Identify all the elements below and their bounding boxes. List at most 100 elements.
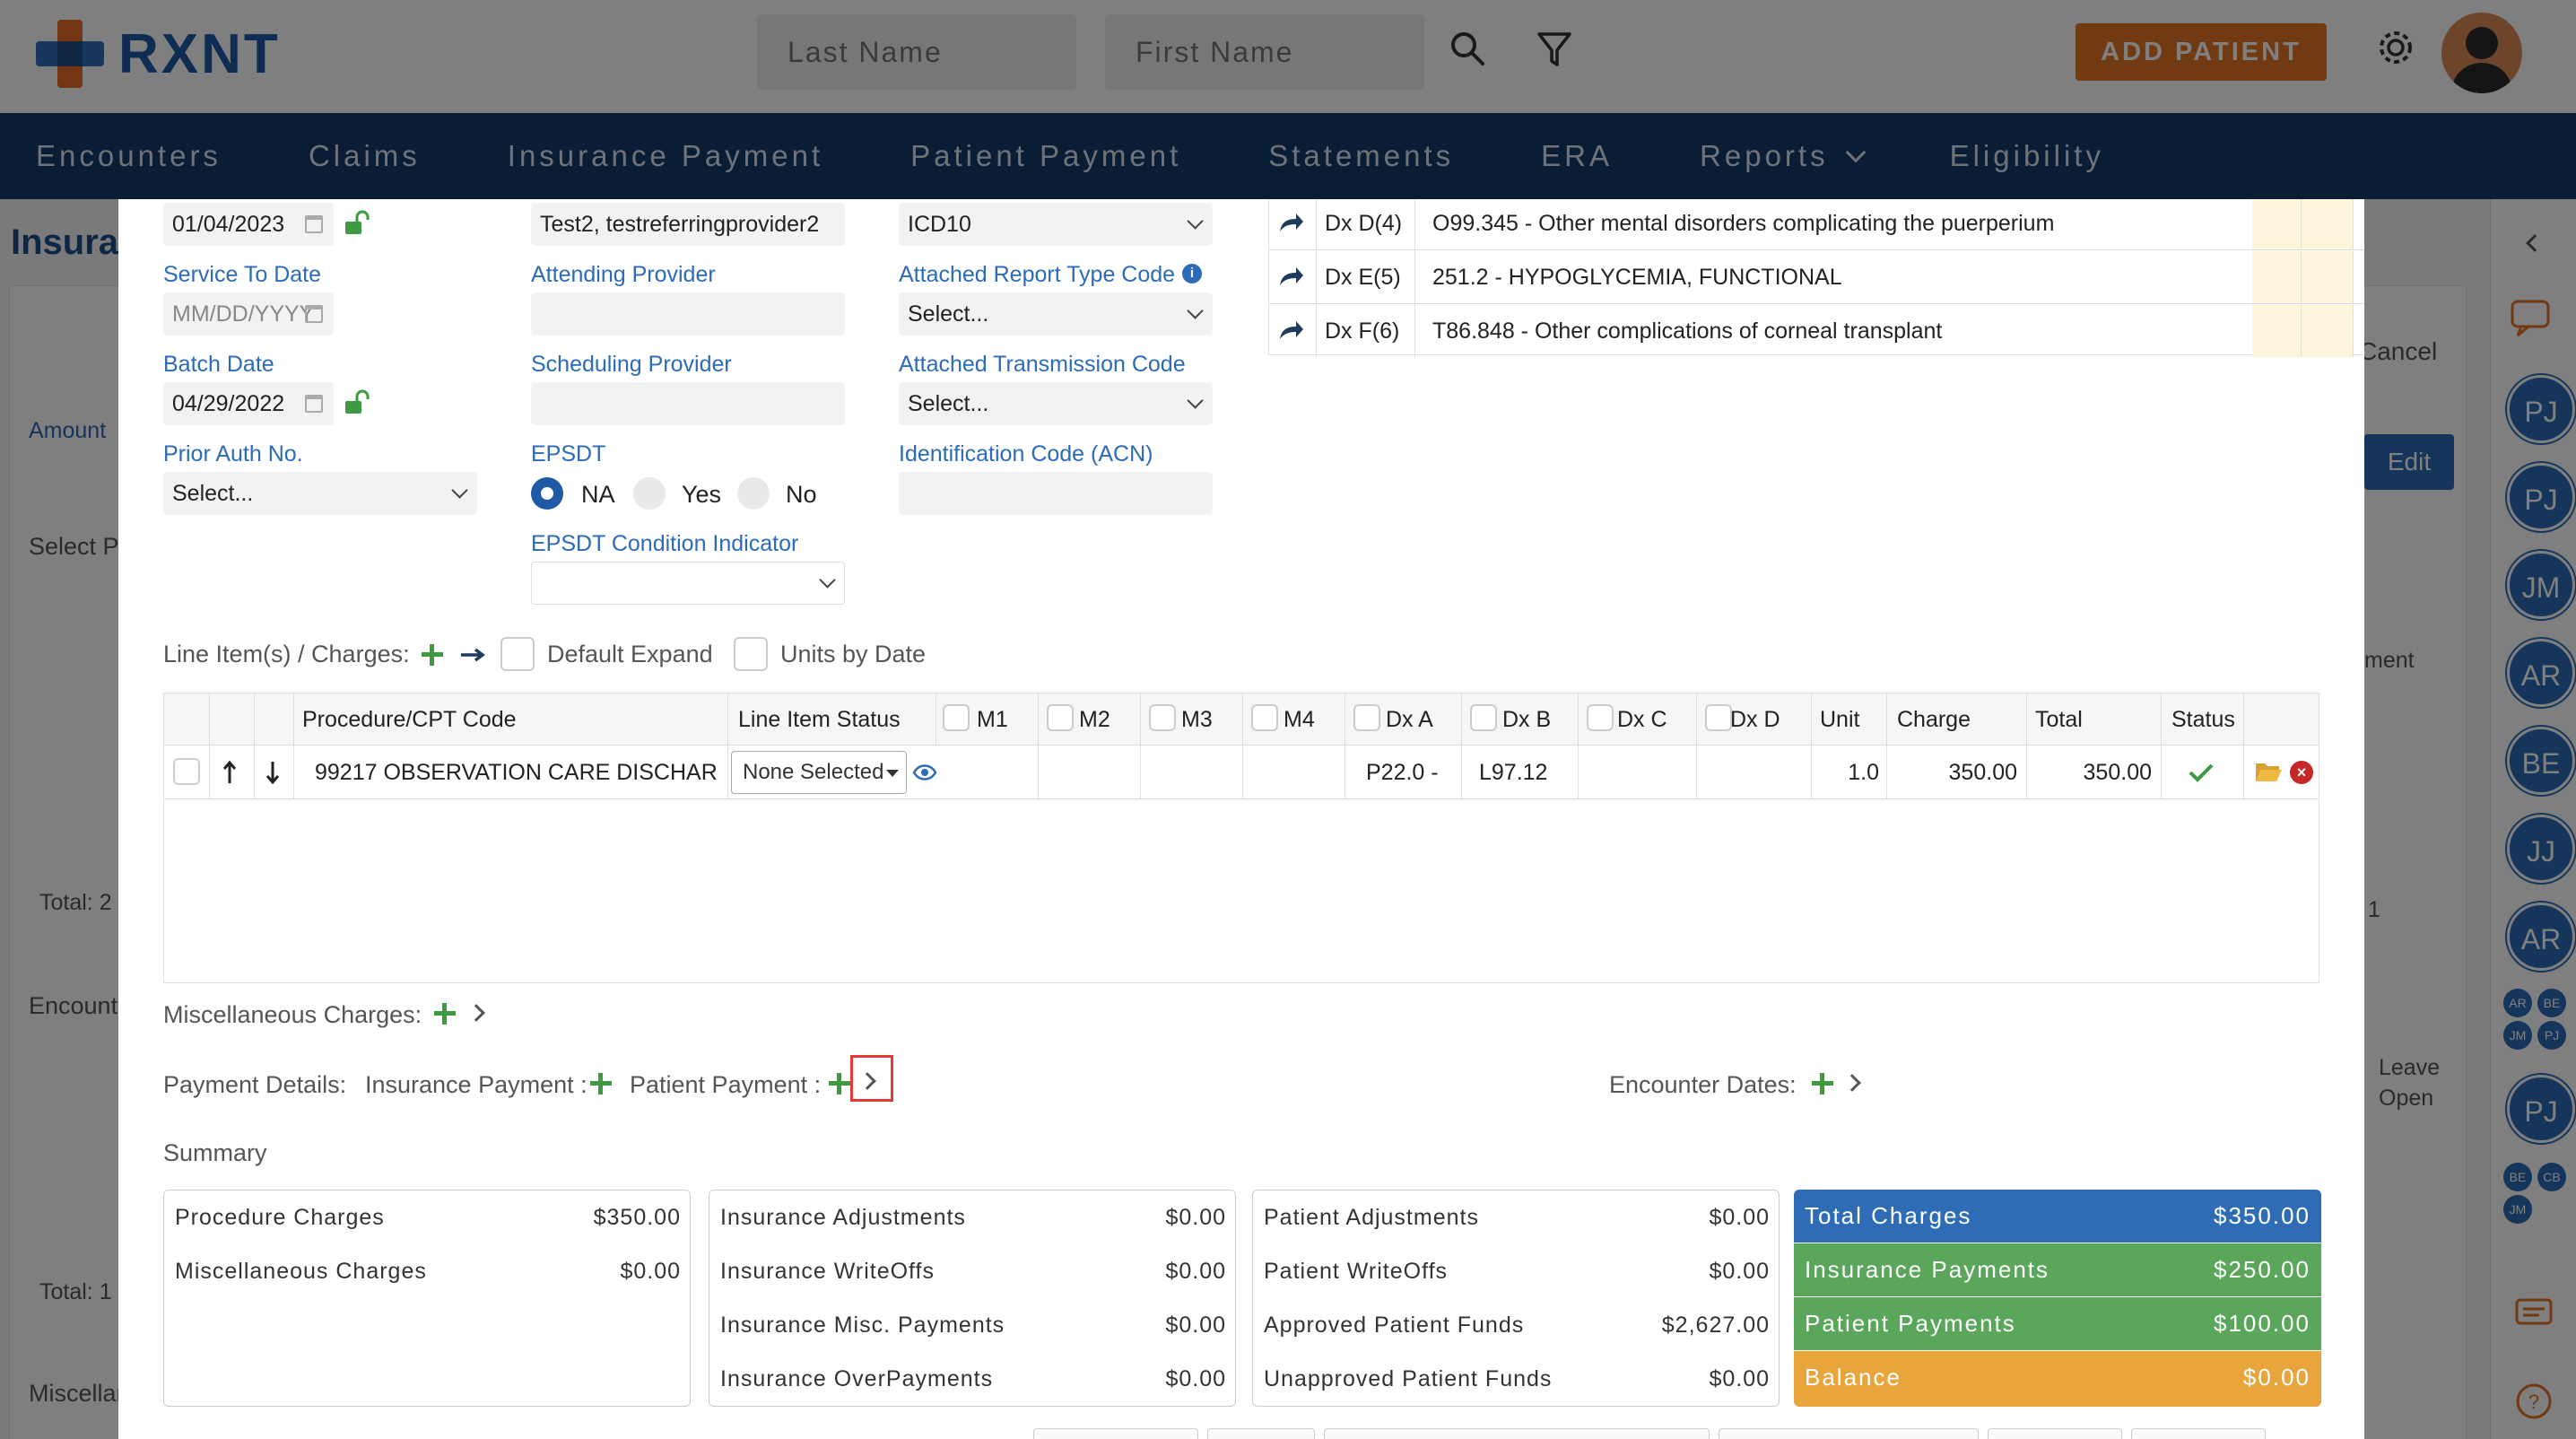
footer-button[interactable] [1324, 1428, 1710, 1439]
acn-label: Identification Code (ACN) [899, 441, 1153, 467]
dxa-checkbox[interactable] [1353, 704, 1380, 731]
add-misc-charge-icon[interactable] [434, 1003, 456, 1025]
total-line-value: $350.00 [2214, 1202, 2311, 1229]
patient-payments-row: Patient Payments $100.00 [1794, 1297, 2321, 1350]
arrow-down-icon[interactable] [265, 760, 281, 785]
epsdt-no-radio[interactable] [737, 477, 770, 510]
m2-checkbox[interactable] [1047, 704, 1074, 731]
unlock-icon[interactable] [343, 389, 370, 416]
epsdt-condition-label: EPSDT Condition Indicator [531, 531, 799, 556]
icd-version-select[interactable]: ICD10 [899, 203, 1213, 246]
eye-icon[interactable] [912, 763, 937, 781]
units-by-date-label: Units by Date [780, 641, 927, 667]
dx-row: Dx D(4) O99.345 - Other mental disorders… [1269, 199, 2364, 250]
line-status-value: None Selected [743, 760, 884, 784]
calendar-icon[interactable] [305, 215, 323, 233]
dx-description: 251.2 - HYPOGLYCEMIA, FUNCTIONAL [1432, 265, 1842, 290]
row-checkbox[interactable] [173, 758, 200, 785]
col-dx-a: Dx A [1386, 707, 1433, 732]
summary-line-value: $2,627.00 [1661, 1313, 1770, 1338]
dxc-checkbox[interactable] [1587, 704, 1614, 731]
calendar-icon[interactable] [305, 395, 323, 413]
summary-line-label: Approved Patient Funds [1264, 1313, 1525, 1338]
share-arrow-icon[interactable] [1278, 319, 1305, 341]
add-insurance-payment-icon[interactable] [590, 1073, 612, 1095]
epsdt-label: EPSDT [531, 441, 606, 467]
arrow-up-icon[interactable] [222, 760, 238, 785]
remove-line-item-icon[interactable]: × [2290, 761, 2313, 784]
scheduling-provider-input[interactable] [531, 382, 845, 425]
unit-cell[interactable]: 1.0 [1815, 746, 1879, 799]
procedure-code-cell[interactable]: 99217 OBSERVATION CARE DISCHARGE [315, 746, 718, 799]
footer-button[interactable] [1988, 1428, 2122, 1439]
unlock-icon[interactable] [343, 210, 370, 237]
prior-auth-select[interactable]: Select... [163, 472, 477, 515]
calendar-icon[interactable] [305, 305, 323, 323]
summary-line: Insurance WriteOffs $0.00 [720, 1244, 1226, 1298]
patient-payment-label: Patient Payment : [630, 1071, 822, 1098]
total-line-value: $250.00 [2214, 1256, 2311, 1283]
footer-button[interactable] [1207, 1428, 1315, 1439]
epsdt-na-radio[interactable] [531, 477, 563, 510]
service-to-date-label: Service To Date [163, 262, 322, 287]
summary-line-label: Patient Adjustments [1264, 1205, 1479, 1230]
arrow-right-icon[interactable] [459, 646, 486, 664]
check-icon [2189, 763, 2214, 782]
summary-line-value: $0.00 [1709, 1366, 1770, 1391]
dx-description: O99.345 - Other mental disorders complic… [1432, 211, 2055, 236]
m4-checkbox[interactable] [1251, 704, 1278, 731]
m1-checkbox[interactable] [943, 704, 970, 731]
folder-open-icon[interactable] [2254, 760, 2283, 783]
default-expand-checkbox[interactable] [500, 637, 535, 671]
summary-line: Insurance Misc. Payments $0.00 [720, 1298, 1226, 1352]
transmission-code-select[interactable]: Select... [899, 382, 1213, 425]
encounter-modal: 01/04/2023 Service To Date MM/DD/YYYY Ba… [118, 199, 2364, 1439]
expand-dates-chevron-icon[interactable] [1843, 1074, 1861, 1092]
dxd-checkbox[interactable] [1705, 704, 1732, 731]
expand-misc-chevron-icon[interactable] [467, 1004, 485, 1022]
total-line-label: Total Charges [1805, 1202, 1972, 1229]
summary-line-label: Insurance Misc. Payments [720, 1313, 1005, 1338]
footer-button[interactable] [2131, 1428, 2266, 1439]
share-arrow-icon[interactable] [1278, 266, 1305, 287]
summary-title: Summary [163, 1139, 267, 1166]
line-item-row: 99217 OBSERVATION CARE DISCHARGE None Se… [164, 746, 2319, 799]
add-patient-payment-icon[interactable] [829, 1073, 850, 1095]
units-by-date-checkbox[interactable] [734, 637, 768, 671]
col-m1: M1 [977, 707, 1008, 732]
summary-line-value: $0.00 [1165, 1205, 1226, 1230]
dx-a-cell[interactable]: P22.0 - [1366, 746, 1439, 799]
info-icon[interactable]: i [1182, 264, 1202, 283]
summary-line-value: $0.00 [620, 1259, 681, 1284]
acn-input[interactable] [899, 472, 1213, 515]
dxb-checkbox[interactable] [1470, 704, 1497, 731]
add-line-item-icon[interactable] [422, 644, 443, 666]
report-type-select[interactable]: Select... [899, 292, 1213, 336]
attending-provider-input[interactable] [531, 292, 845, 336]
m3-checkbox[interactable] [1149, 704, 1176, 731]
insurance-payment-label: Insurance Payment : [365, 1071, 587, 1098]
summary-patient-box: Patient Adjustments $0.00 Patient WriteOf… [1252, 1190, 1780, 1407]
dx-b-cell[interactable]: L97.12 [1479, 746, 1547, 799]
footer-button[interactable] [1033, 1428, 1198, 1439]
referring-provider-input[interactable]: Test2, testreferringprovider2 [531, 203, 845, 246]
summary-line-label: Unapproved Patient Funds [1264, 1366, 1553, 1391]
charge-cell[interactable]: 350.00 [1892, 746, 2017, 799]
epsdt-condition-select[interactable] [531, 562, 845, 605]
share-arrow-icon[interactable] [1278, 212, 1305, 233]
line-items-label: Line Item(s) / Charges: [163, 641, 410, 667]
summary-line-value: $350.00 [593, 1205, 681, 1230]
summary-line-label: Procedure Charges [175, 1205, 385, 1230]
footer-button[interactable] [1719, 1428, 1979, 1439]
summary-line: Miscellaneous Charges $0.00 [175, 1244, 681, 1298]
epsdt-yes-radio[interactable] [633, 477, 666, 510]
col-unit: Unit [1820, 707, 1860, 732]
add-encounter-date-icon[interactable] [1812, 1073, 1833, 1095]
summary-line-value: $0.00 [1709, 1205, 1770, 1230]
summary-line-label: Insurance OverPayments [720, 1366, 994, 1391]
col-dx-c: Dx C [1617, 707, 1667, 732]
line-status-select[interactable]: None Selected [731, 751, 907, 794]
misc-charges-label: Miscellaneous Charges: [163, 1001, 422, 1028]
summary-line: Procedure Charges $350.00 [175, 1190, 681, 1244]
dx-row: Dx F(6) T86.848 - Other complications of… [1269, 305, 2364, 358]
